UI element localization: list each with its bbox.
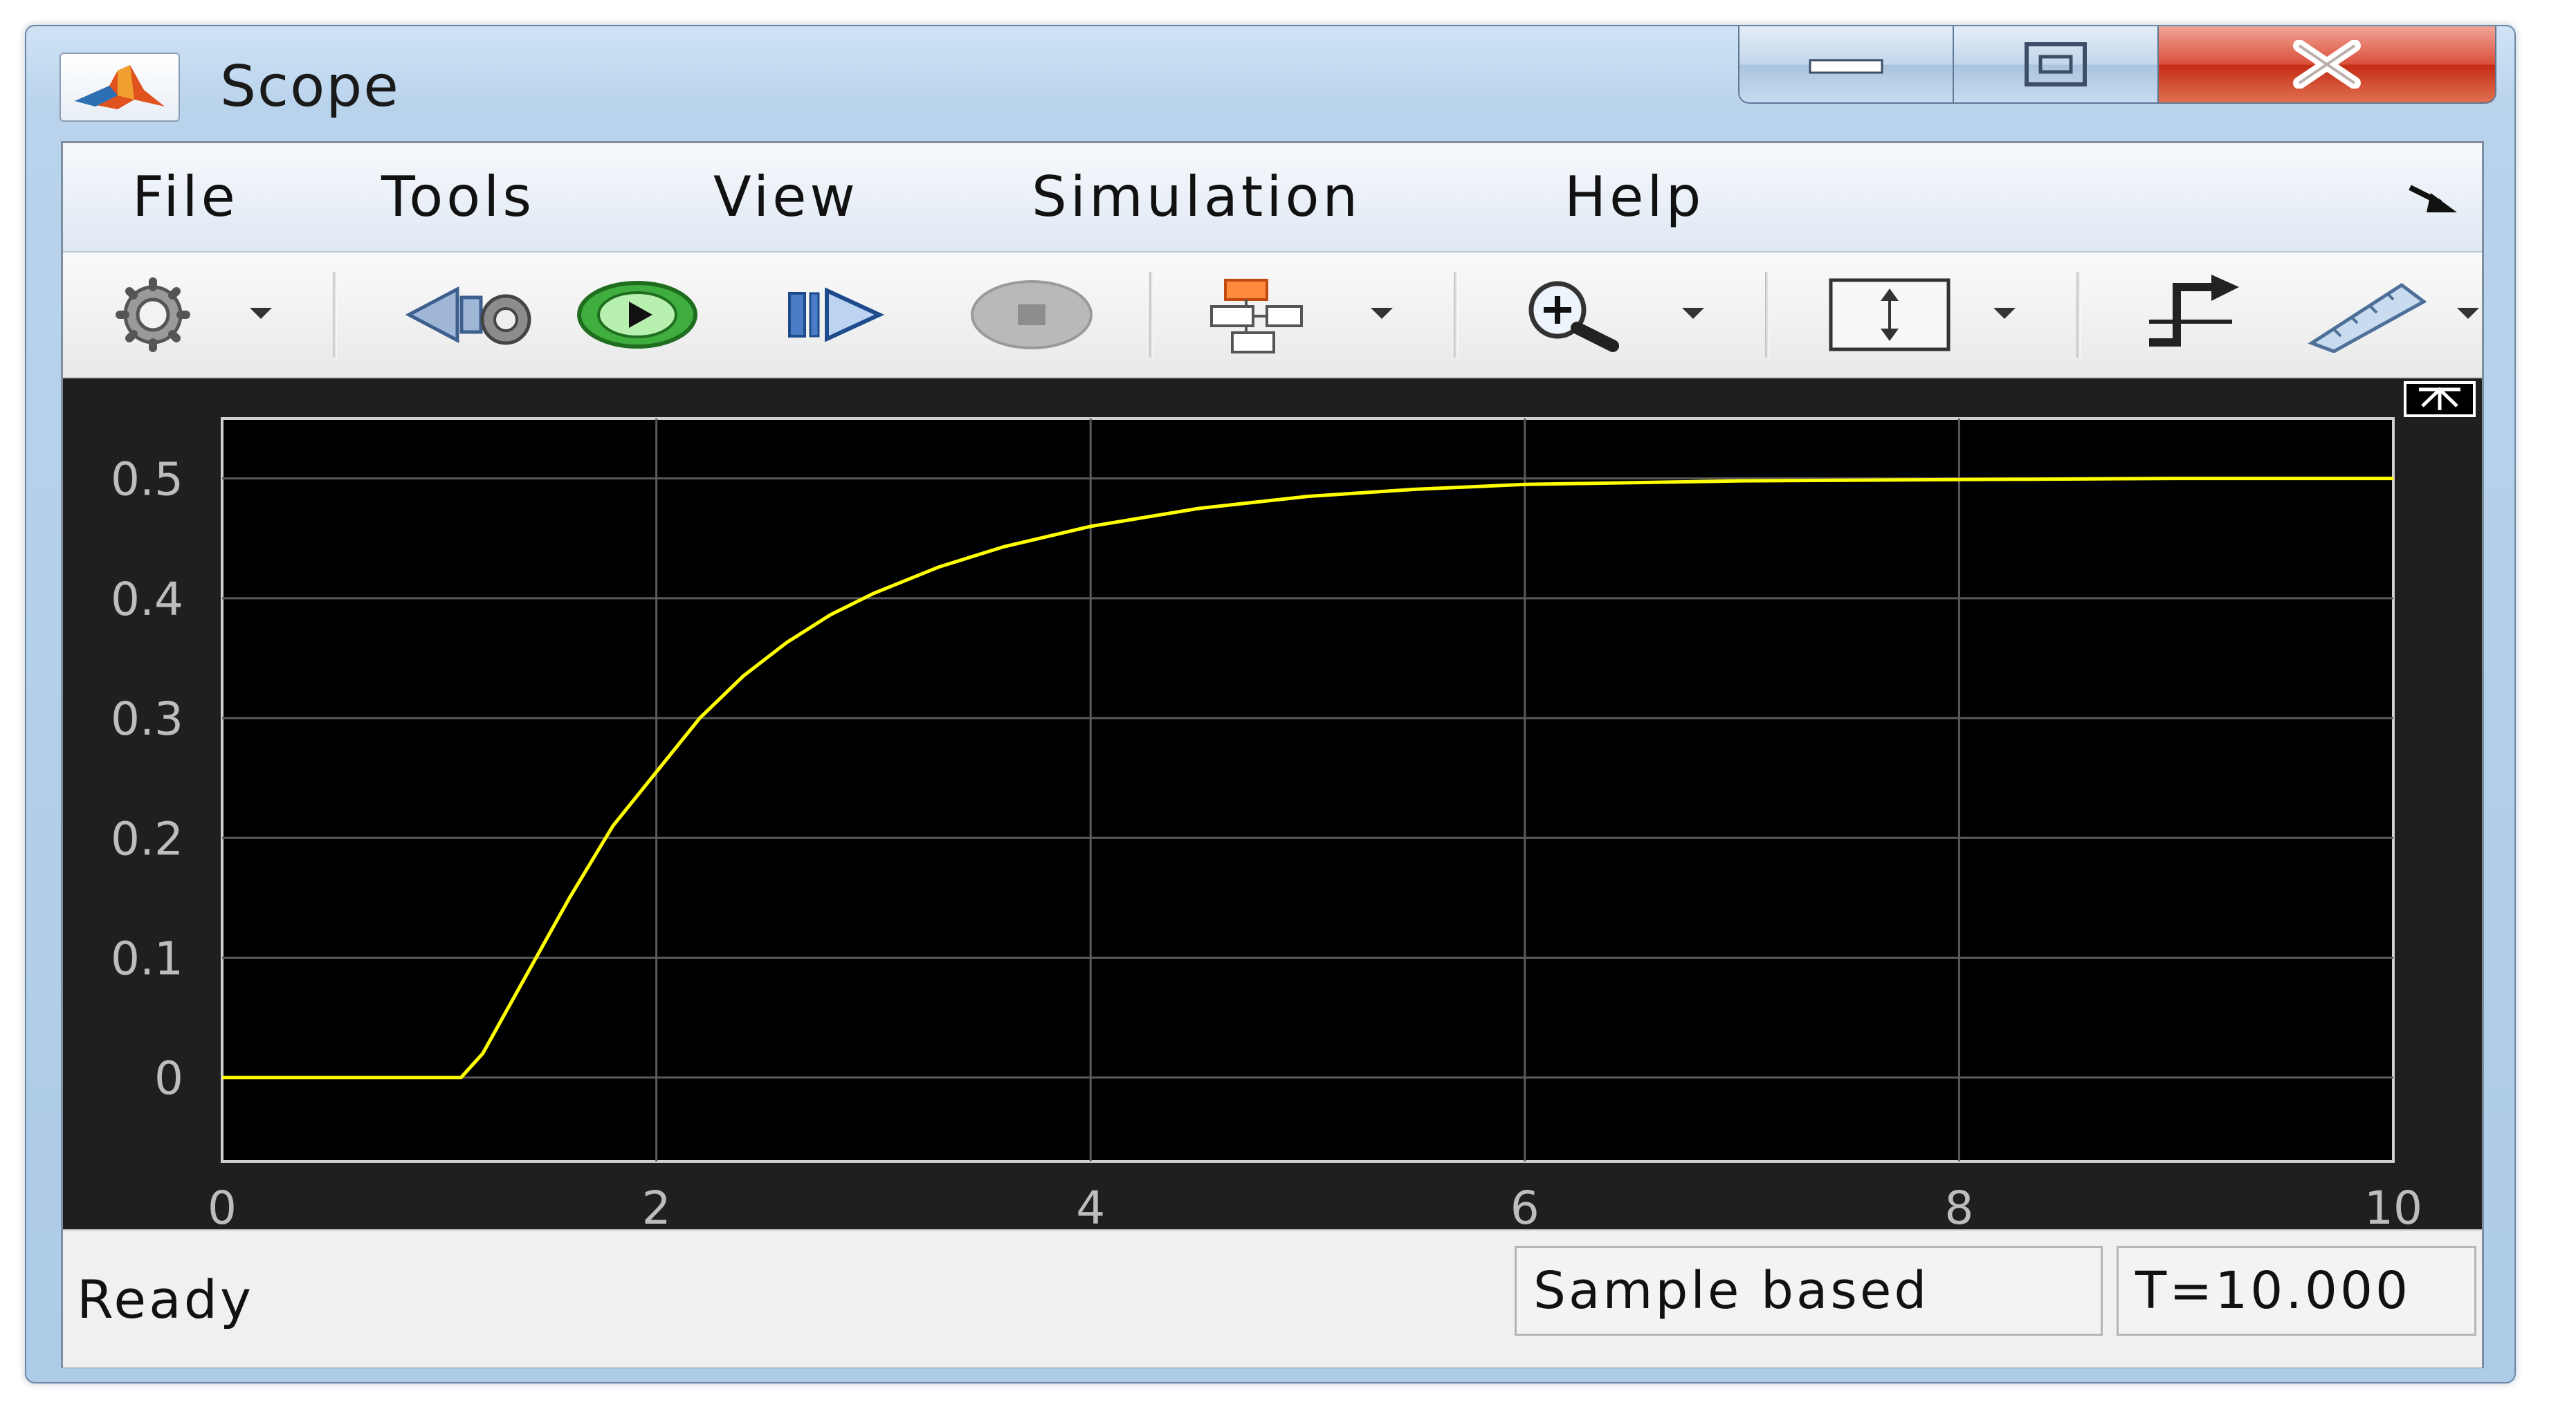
simulation-time-indicator: T=10.000 bbox=[2117, 1246, 2476, 1336]
zoom-dropdown-arrow[interactable] bbox=[1682, 308, 1704, 319]
close-button[interactable] bbox=[2157, 26, 2496, 104]
x-tick-label: 6 bbox=[1510, 1181, 1540, 1229]
measurements-button[interactable] bbox=[2291, 252, 2443, 377]
maximize-button[interactable] bbox=[1953, 26, 2159, 104]
y-tick-label: 0.5 bbox=[111, 453, 183, 506]
step-forward-button[interactable] bbox=[762, 252, 914, 377]
window-title: Scope bbox=[220, 54, 400, 120]
menu-help[interactable]: Help bbox=[1564, 164, 1704, 230]
x-tick-labels: 0 2 4 6 8 10 bbox=[208, 1181, 2422, 1229]
minimize-icon bbox=[1809, 59, 1883, 74]
y-tick-label: 0.3 bbox=[111, 692, 183, 746]
y-tick-label: 0.1 bbox=[111, 932, 183, 986]
toolbar bbox=[63, 252, 2482, 378]
configuration-button[interactable] bbox=[91, 252, 215, 377]
y-tick-labels: 0 0.1 0.2 0.3 0.4 0.5 bbox=[111, 453, 183, 1105]
menu-bar: File Tools View Simulation Help bbox=[63, 143, 2482, 252]
undock-arrow-icon[interactable] bbox=[2406, 182, 2461, 217]
x-tick-label: 10 bbox=[2364, 1181, 2422, 1229]
scope-plot[interactable]: 0 0.1 0.2 0.3 0.4 0.5 0 2 4 6 8 10 bbox=[63, 378, 2478, 1229]
x-tick-label: 0 bbox=[208, 1181, 237, 1229]
menu-view[interactable]: View bbox=[713, 164, 859, 230]
menu-tools[interactable]: Tools bbox=[381, 164, 535, 230]
maximize-icon bbox=[2025, 42, 2087, 86]
menu-file[interactable]: File bbox=[132, 164, 239, 230]
minimize-button[interactable] bbox=[1738, 26, 1954, 104]
step-back-icon bbox=[405, 286, 531, 345]
toolbar-separator bbox=[1454, 272, 1458, 358]
toolbar-separator bbox=[1765, 272, 1769, 358]
y-tick-label: 0.2 bbox=[111, 812, 183, 865]
autoscale-icon bbox=[1829, 278, 1951, 351]
sample-mode-indicator: Sample based bbox=[1515, 1246, 2103, 1336]
scope-body: File Tools View Simulation Help 0 0.1 0.… bbox=[61, 141, 2484, 1368]
run-button[interactable] bbox=[561, 252, 713, 377]
zoom-in-button[interactable] bbox=[1495, 252, 1647, 377]
scope-display: 0 0.1 0.2 0.3 0.4 0.5 0 2 4 6 8 10 bbox=[63, 378, 2482, 1229]
toolbar-separator bbox=[333, 272, 337, 358]
run-icon bbox=[577, 281, 697, 349]
measurements-ruler-icon bbox=[2308, 282, 2427, 353]
autoscale-button[interactable] bbox=[1814, 252, 1966, 377]
title-bar[interactable]: Scope bbox=[26, 26, 2514, 144]
toolbar-separator bbox=[1149, 272, 1153, 358]
scope-window: Scope File Tools View Simulation Help 0 … bbox=[25, 25, 2516, 1383]
triggers-icon bbox=[2149, 275, 2239, 347]
step-back-button[interactable] bbox=[395, 252, 547, 377]
close-icon bbox=[2293, 40, 2361, 89]
highlight-block-icon bbox=[1210, 279, 1303, 353]
x-tick-label: 4 bbox=[1076, 1181, 1105, 1229]
measurements-dropdown-arrow[interactable] bbox=[2457, 308, 2479, 319]
maximize-axes-button[interactable] bbox=[2404, 381, 2476, 417]
plot-axes-area bbox=[221, 417, 2395, 1163]
stop-button[interactable] bbox=[949, 252, 1115, 377]
x-tick-label: 2 bbox=[642, 1181, 671, 1229]
zoom-in-icon bbox=[1528, 281, 1619, 352]
y-tick-label: 0.4 bbox=[111, 573, 183, 626]
status-text: Ready bbox=[77, 1269, 254, 1330]
status-bar: Ready Sample based T=10.000 bbox=[63, 1229, 2482, 1368]
step-forward-icon bbox=[788, 287, 885, 342]
matlab-logo-icon bbox=[60, 53, 180, 122]
triggers-button[interactable] bbox=[2125, 252, 2263, 377]
y-tick-label: 0 bbox=[154, 1052, 183, 1105]
gear-icon bbox=[116, 277, 190, 352]
highlight-block-button[interactable] bbox=[1184, 252, 1336, 377]
toolbar-separator bbox=[2076, 272, 2081, 358]
x-tick-label: 8 bbox=[1944, 1181, 1973, 1229]
stop-icon bbox=[971, 280, 1093, 349]
autoscale-dropdown-arrow[interactable] bbox=[1993, 308, 2016, 319]
configuration-dropdown-arrow[interactable] bbox=[250, 308, 272, 319]
highlight-dropdown-arrow[interactable] bbox=[1371, 308, 1393, 319]
menu-simulation[interactable]: Simulation bbox=[1032, 164, 1361, 230]
